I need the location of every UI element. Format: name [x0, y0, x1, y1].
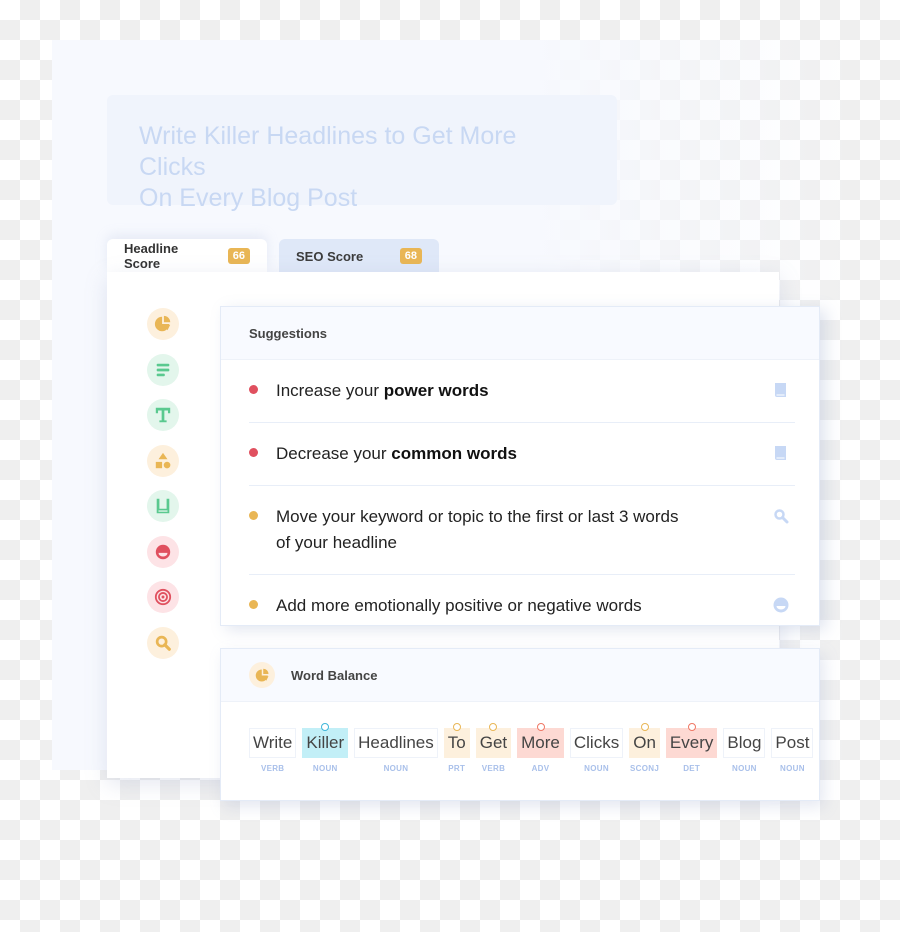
- tab-headline-score[interactable]: Headline Score 66: [107, 239, 267, 273]
- sentiment-icon[interactable]: [773, 597, 789, 613]
- word-text: Write: [249, 728, 297, 758]
- headline-line-2: On Every Blog Post: [139, 184, 358, 212]
- part-of-speech-label: VERB: [481, 764, 506, 773]
- suggestions-header: Suggestions: [221, 307, 819, 360]
- sidebar-item-length[interactable]: [147, 353, 179, 386]
- sidebar-nav: [147, 308, 179, 672]
- search-icon: [155, 635, 171, 651]
- search-icon[interactable]: [773, 508, 789, 524]
- word-chip[interactable]: Clicks NOUN: [569, 728, 624, 773]
- suggestions-card: Suggestions Increase your power words De…: [220, 306, 820, 626]
- sentiment-face-icon: [155, 544, 171, 559]
- score-tabs: Headline Score 66 SEO Score 68: [107, 239, 439, 273]
- word-list: Write VERB Killer NOUN Headlines NOUN To PRT Get…: [221, 702, 819, 773]
- book-icon: [156, 498, 170, 514]
- severity-dot: [249, 600, 258, 609]
- tab-label: SEO Score: [296, 248, 364, 264]
- suggestion-text: Decrease your common words: [276, 444, 517, 463]
- word-text: On: [629, 728, 660, 758]
- part-of-speech-label: ADV: [531, 764, 550, 773]
- pie-chart-icon: [154, 315, 171, 332]
- book-icon[interactable]: [773, 382, 789, 398]
- word-text: Clicks: [569, 728, 624, 758]
- suggestion-text: Increase your power words: [276, 381, 489, 400]
- word-chip[interactable]: More ADV: [517, 723, 564, 773]
- tab-seo-score[interactable]: SEO Score 68: [279, 239, 439, 273]
- headline-input[interactable]: Write Killer Headlines to Get More Click…: [107, 95, 617, 212]
- pie-chart-icon: [249, 662, 275, 688]
- word-text: Get: [475, 728, 512, 758]
- severity-dot: [249, 448, 258, 457]
- word-text: Post: [771, 728, 814, 758]
- score-badge: 68: [399, 248, 422, 264]
- book-icon[interactable]: [773, 445, 789, 461]
- word-chip[interactable]: Every DET: [665, 723, 718, 773]
- word-text: Blog: [723, 728, 766, 758]
- suggestion-item[interactable]: Decrease your common words: [249, 423, 795, 486]
- word-chip[interactable]: To PRT: [443, 723, 470, 773]
- suggestions-title: Suggestions: [249, 325, 328, 341]
- word-text: To: [443, 728, 470, 758]
- part-of-speech-label: DET: [683, 764, 701, 773]
- part-of-speech-label: PRT: [448, 764, 466, 773]
- part-of-speech-label: VERB: [260, 764, 285, 773]
- word-balance-title: Word Balance: [291, 667, 378, 683]
- word-marker-icon: [687, 723, 696, 731]
- part-of-speech-label: NOUN: [780, 764, 805, 773]
- word-chip[interactable]: Write VERB: [249, 728, 297, 773]
- sidebar-item-word-balance[interactable]: [147, 308, 179, 340]
- part-of-speech-label: NOUN: [383, 764, 409, 773]
- sidebar-item-reading[interactable]: [147, 490, 179, 522]
- sidebar-item-target[interactable]: [147, 581, 179, 613]
- sidebar-item-sentiment[interactable]: [147, 535, 179, 568]
- word-chip[interactable]: Blog NOUN: [723, 728, 766, 773]
- suggestion-item[interactable]: Move your keyword or topic to the first …: [249, 486, 795, 575]
- word-text: Every: [665, 728, 718, 758]
- word-chip[interactable]: Headlines NOUN: [354, 728, 438, 773]
- score-badge: 66: [227, 248, 250, 264]
- sidebar-item-shapes[interactable]: [147, 444, 179, 477]
- shapes-icon: [155, 452, 171, 468]
- word-marker-icon: [536, 723, 545, 731]
- word-marker-icon: [452, 723, 461, 731]
- text-type-icon: [155, 407, 171, 423]
- severity-dot: [249, 385, 258, 394]
- severity-dot: [249, 511, 258, 520]
- word-text: Killer: [302, 728, 349, 758]
- word-chip[interactable]: Killer NOUN: [302, 723, 349, 773]
- lines-icon: [156, 363, 170, 376]
- word-chip[interactable]: Get VERB: [475, 723, 512, 773]
- word-text: More: [517, 728, 564, 758]
- word-marker-icon: [489, 723, 498, 731]
- target-icon: [154, 588, 172, 606]
- part-of-speech-label: NOUN: [312, 764, 338, 773]
- suggestion-item[interactable]: Add more emotionally positive or negativ…: [249, 575, 795, 637]
- headline-line-1: Write Killer Headlines to Get More Click…: [139, 122, 517, 181]
- tab-label: Headline Score: [124, 241, 179, 271]
- part-of-speech-label: SCONJ: [630, 764, 660, 773]
- word-marker-icon: [640, 723, 649, 731]
- suggestions-list: Increase your power words Decrease your …: [221, 360, 819, 637]
- suggestion-text: Add more emotionally positive or negativ…: [276, 596, 642, 615]
- word-text: Headlines: [354, 728, 438, 758]
- suggestion-text: Move your keyword or topic to the first …: [276, 507, 679, 552]
- part-of-speech-label: NOUN: [732, 764, 757, 773]
- suggestion-item[interactable]: Increase your power words: [249, 360, 795, 423]
- word-balance-header: Word Balance: [221, 649, 819, 702]
- word-marker-icon: [321, 723, 330, 731]
- sidebar-item-type[interactable]: [147, 399, 179, 431]
- word-balance-card: Word Balance Write VERB Killer NOUN Headline…: [220, 648, 820, 801]
- word-chip[interactable]: Post NOUN: [771, 728, 814, 773]
- sidebar-item-search[interactable]: [147, 626, 179, 659]
- part-of-speech-label: NOUN: [584, 764, 609, 773]
- word-chip[interactable]: On SCONJ: [629, 723, 660, 773]
